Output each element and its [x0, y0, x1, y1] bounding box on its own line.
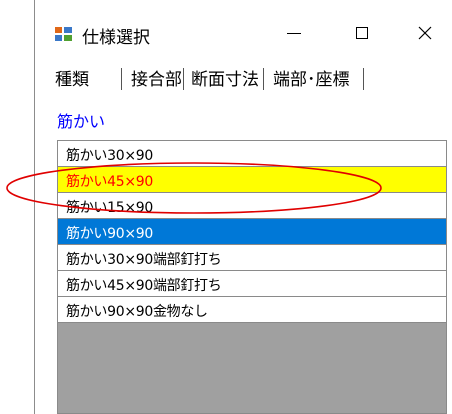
list-item-label: 筋かい15×90 [66, 200, 153, 216]
list-item-label: 筋かい45×90 [66, 174, 153, 190]
tab-separator [363, 68, 364, 90]
minimize-icon [287, 32, 301, 34]
tab-label: 端部･座標 [273, 70, 350, 90]
maximize-icon [356, 27, 368, 39]
list-item[interactable]: 筋かい90×90金物なし [58, 297, 446, 323]
tab-label: 接合部 [131, 70, 182, 90]
tab-separator [263, 68, 264, 90]
brace-listbox[interactable]: 筋かい30×90 筋かい45×90 筋かい15×90 筋かい90×90 筋かい3… [57, 140, 447, 414]
list-item-selected[interactable]: 筋かい90×90 [58, 219, 446, 245]
tab-label: 断面寸法 [191, 70, 259, 90]
tab-separator [183, 68, 184, 90]
close-icon [418, 26, 432, 40]
title-bar: 仕様選択 [35, 0, 452, 50]
app-icon [55, 27, 72, 41]
list-item-label: 筋かい30×90 [66, 148, 153, 164]
spec-selection-window: 仕様選択 種類 接合部 断面寸法 端部･座標 筋かい 筋かい30×90 筋かい4… [34, 0, 452, 414]
list-item-highlighted[interactable]: 筋かい45×90 [58, 167, 446, 193]
list-item-label: 筋かい90×90 [66, 226, 153, 242]
list-item[interactable]: 筋かい30×90 [58, 141, 446, 167]
tab-separator [121, 68, 122, 90]
maximize-button[interactable] [339, 18, 385, 48]
list-item[interactable]: 筋かい15×90 [58, 193, 446, 219]
window-title: 仕様選択 [82, 28, 150, 48]
close-button[interactable] [402, 18, 448, 48]
list-item[interactable]: 筋かい30×90端部釘打ち [58, 245, 446, 271]
tab-strip: 種類 接合部 断面寸法 端部･座標 [35, 58, 452, 92]
minimize-button[interactable] [271, 18, 317, 48]
list-item-label: 筋かい90×90金物なし [66, 304, 208, 320]
section-label: 筋かい [57, 112, 106, 131]
list-item-label: 筋かい30×90端部釘打ち [66, 252, 222, 268]
list-item-label: 筋かい45×90端部釘打ち [66, 278, 222, 294]
tab-label: 種類 [55, 70, 89, 90]
list-item[interactable]: 筋かい45×90端部釘打ち [58, 271, 446, 297]
